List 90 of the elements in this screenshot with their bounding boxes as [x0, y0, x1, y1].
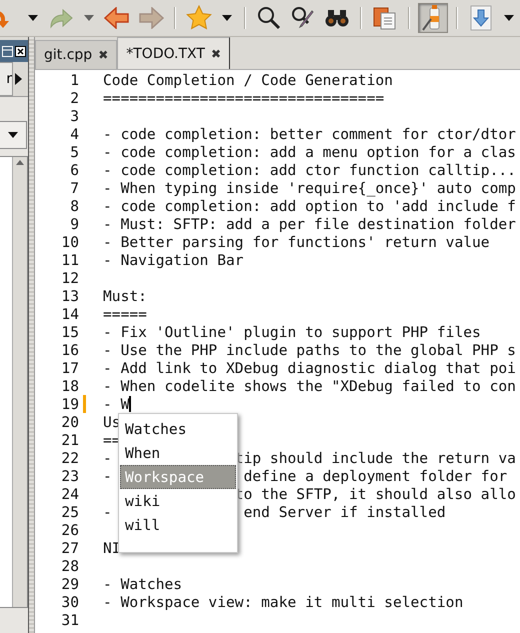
code-line: NI	[103, 540, 121, 556]
line-number: 2	[69, 90, 79, 106]
code-line: end Server if installed	[242, 504, 446, 520]
panel-tab[interactable]: r	[0, 62, 13, 96]
restore-icon[interactable]	[2, 46, 13, 56]
code-line: - Watches	[103, 576, 182, 592]
magnifier-pencil-icon	[291, 6, 315, 30]
code-line: Code Completion / Code Generation	[103, 72, 393, 88]
line-number: 5	[69, 144, 79, 160]
code-line: - code completion: add a menu option for a clas	[103, 144, 516, 160]
line-number: 10	[60, 234, 79, 250]
dropdown[interactable]	[0, 121, 27, 149]
line-number: 17	[60, 360, 79, 376]
line-number: 15	[60, 324, 79, 340]
line-number: 22	[60, 450, 79, 466]
line-number: 23	[60, 468, 79, 484]
line-number: 28	[60, 558, 79, 574]
left-arrow-icon	[104, 7, 130, 29]
close-icon[interactable]	[15, 46, 26, 56]
completion-item[interactable]: wiki	[120, 489, 236, 513]
code-line: - Navigation Bar	[103, 252, 244, 268]
completion-item[interactable]: When	[120, 441, 236, 465]
completion-item[interactable]: Watches	[120, 417, 236, 441]
down-arrow-document-icon	[470, 5, 492, 31]
editor-tab[interactable]: git.cpp ✖	[35, 40, 118, 69]
line-number: 11	[60, 252, 79, 268]
scrollbar[interactable]	[12, 157, 27, 607]
code-line: tip should include the return va	[234, 450, 516, 466]
code-line: - When codelite shows the "XDebug failed to con	[103, 378, 516, 394]
code-line: -	[103, 450, 112, 466]
code-line: - code completion: better comment for ctor/dtor	[103, 126, 516, 142]
code-line: ================================	[103, 90, 384, 106]
code-line: -	[103, 468, 112, 484]
line-number: 8	[69, 198, 79, 214]
dropdown-arrow-icon	[84, 15, 94, 21]
line-number: 9	[69, 216, 79, 232]
code-line: - Use the PHP include paths to the global PHP s	[103, 342, 516, 358]
line-number: 24	[60, 486, 79, 502]
line-number: 3	[69, 108, 79, 124]
line-number: 20	[60, 414, 79, 430]
right-arrow-icon	[138, 7, 164, 29]
line-number: 25	[60, 504, 79, 520]
code-line: - Fix 'Outline' plugin to support PHP files	[103, 324, 481, 340]
line-number: 21	[60, 432, 79, 448]
star-icon	[186, 5, 212, 31]
completion-item[interactable]: will	[120, 513, 236, 537]
code-line: - code completion: add option to 'add include f	[103, 198, 516, 214]
editor-tab[interactable]: *TODO.TXT ✖	[117, 37, 230, 69]
curved-arrow-icon	[49, 7, 73, 29]
line-number: 19	[60, 396, 79, 412]
code-line: -	[103, 504, 112, 520]
code-line: Must:	[103, 288, 147, 304]
line-number: 27	[60, 540, 79, 556]
line-number: 29	[60, 576, 79, 592]
right-arrow-icon[interactable]	[15, 73, 22, 85]
line-number: 13	[60, 288, 79, 304]
code-line: - Add link to XDebug diagnostic dialog that poi	[103, 360, 516, 376]
dropdown-arrow-icon	[8, 132, 18, 138]
code-line: =====	[103, 306, 147, 322]
tab-label: git.cpp	[44, 47, 92, 63]
dropdown-arrow-icon	[504, 15, 514, 21]
line-number: 7	[69, 180, 79, 196]
line-number: 31	[60, 612, 79, 628]
tab-label: *TODO.TXT	[126, 46, 205, 62]
toolbar-button[interactable]	[418, 3, 448, 33]
splitter[interactable]	[28, 37, 35, 633]
close-icon[interactable]: ✖	[210, 46, 222, 60]
line-number: 6	[69, 162, 79, 178]
code-line: - W	[103, 396, 130, 412]
dropdown-arrow-icon	[28, 15, 38, 21]
line-number: 14	[60, 306, 79, 322]
documents-icon	[373, 6, 397, 30]
code-line: - Must: SFTP: add a per file destination folder	[103, 216, 516, 232]
line-number: 12	[60, 270, 79, 286]
line-number: 1	[69, 72, 79, 88]
line-number: 26	[60, 522, 79, 538]
line-number: 16	[60, 342, 79, 358]
dropdown-arrow-icon	[222, 15, 232, 21]
code-line: - Workspace view: make it multi selection	[103, 594, 464, 610]
line-number: 18	[60, 378, 79, 394]
code-line: define a deployment folder for	[242, 468, 508, 484]
code-line: - Better parsing for functions' return value	[103, 234, 490, 250]
line-number: 4	[69, 126, 79, 142]
up-arrow-icon[interactable]	[16, 160, 24, 168]
code-line: - When typing inside 'require{_once}' auto comp	[103, 180, 516, 196]
code-line: - code completion: add ctor function calltip...	[103, 162, 516, 178]
search-icon	[257, 6, 281, 30]
binoculars-icon	[325, 9, 349, 27]
line-number: 30	[60, 594, 79, 610]
close-icon[interactable]: ✖	[98, 48, 108, 62]
